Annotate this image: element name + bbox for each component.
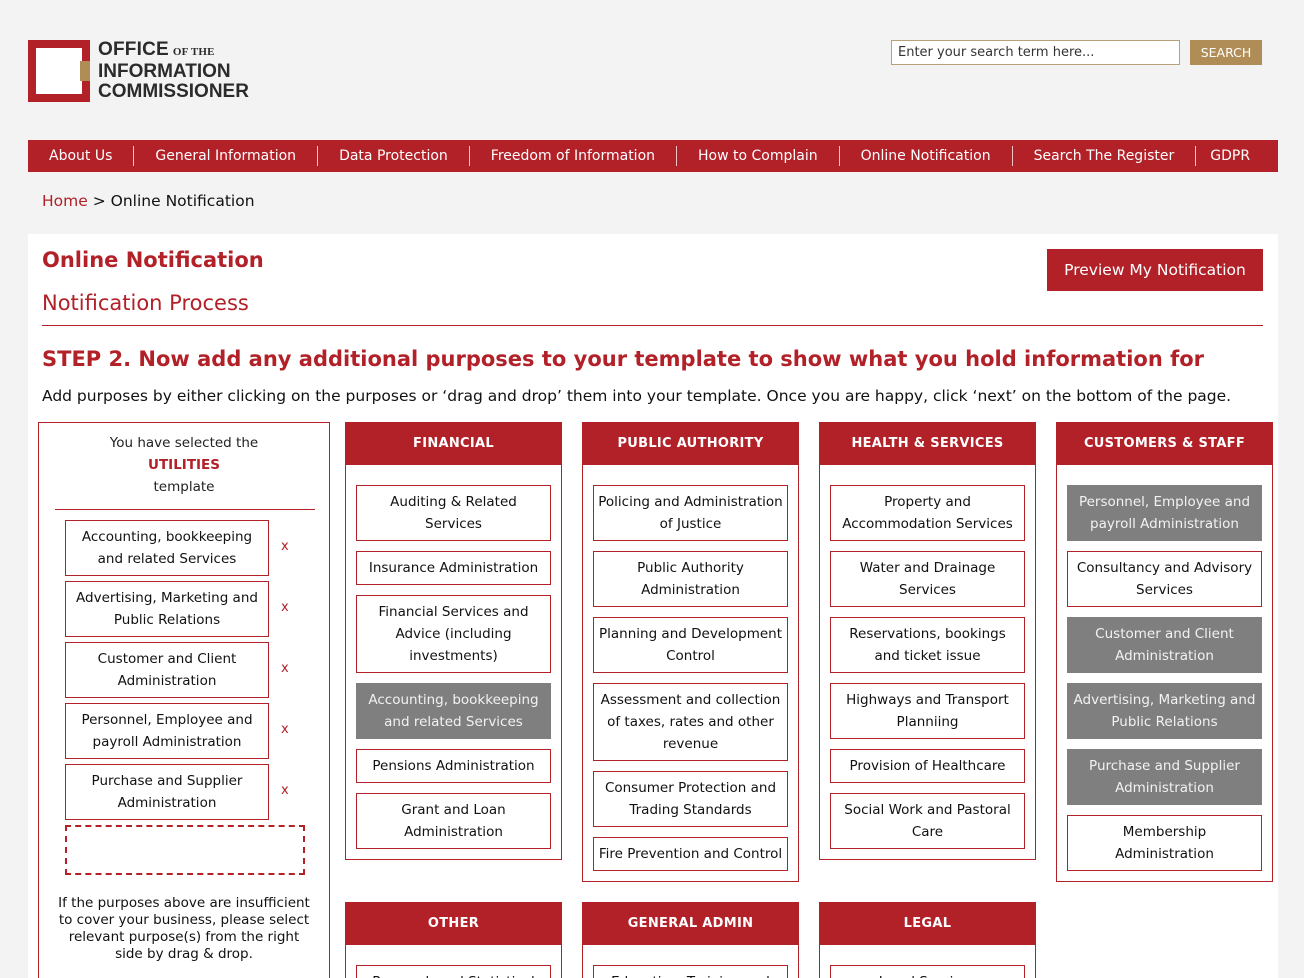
purpose-item-selected[interactable]: Advertising, Marketing and Public Relati… — [1067, 683, 1262, 739]
purpose-item[interactable]: Legal Services — [830, 965, 1025, 978]
purpose-item[interactable]: Grant and Loan Administration — [356, 793, 551, 849]
purpose-item[interactable]: Consumer Protection and Trading Standard… — [593, 771, 788, 827]
remove-item-button[interactable]: x — [281, 539, 289, 554]
nav-item-how-to-complain[interactable]: How to Complain — [677, 140, 839, 172]
template-note: If the purposes above are insufficient t… — [58, 895, 310, 962]
purpose-item[interactable]: Highways and Transport Planniing — [830, 683, 1025, 739]
category-header: CUSTOMERS & STAFF — [1057, 423, 1272, 465]
page-title: Online Notification — [42, 248, 264, 272]
nav-item-freedom-of-information[interactable]: Freedom of Information — [470, 140, 676, 172]
purpose-item[interactable]: Education, Training and — [593, 965, 788, 978]
step-description: Add purposes by either clicking on the p… — [42, 387, 1232, 405]
purpose-item[interactable]: Pensions Administration — [356, 749, 551, 783]
template-item[interactable]: Customer and Client Administration — [65, 642, 269, 698]
search-input[interactable] — [891, 40, 1180, 65]
content-panel: Online Notification Preview My Notificat… — [28, 234, 1278, 978]
template-item[interactable]: Personnel, Employee and payroll Administ… — [65, 703, 269, 759]
template-name: UTILITIES — [148, 457, 220, 473]
step-title: STEP 2. Now add any additional purposes … — [42, 347, 1205, 371]
purpose-item[interactable]: Property and Accommodation Services — [830, 485, 1025, 541]
purpose-item[interactable]: Provision of Healthcare — [830, 749, 1025, 783]
nav-item-online-notification[interactable]: Online Notification — [840, 140, 1012, 172]
purpose-item-selected[interactable]: Accounting, bookkeeping and related Serv… — [356, 683, 551, 739]
divider — [42, 325, 1263, 326]
logo-mark-icon — [28, 40, 90, 102]
remove-item-button[interactable]: x — [281, 783, 289, 798]
search-button[interactable]: SEARCH — [1190, 40, 1262, 65]
category-header: LEGAL — [820, 903, 1035, 945]
purpose-item[interactable]: Planning and Development Control — [593, 617, 788, 673]
category-legal: LEGAL Legal Services — [819, 902, 1036, 978]
category-header: FINANCIAL — [346, 423, 561, 465]
preview-notification-button[interactable]: Preview My Notification — [1047, 249, 1263, 291]
category-financial: FINANCIAL Auditing & Related Services In… — [345, 422, 562, 860]
breadcrumb-current: Online Notification — [110, 192, 255, 210]
page-subtitle: Notification Process — [42, 291, 249, 315]
purpose-item-selected[interactable]: Customer and Client Administration — [1067, 617, 1262, 673]
category-other: OTHER Research and Statistical — [345, 902, 562, 978]
category-health-services: HEALTH & SERVICES Property and Accommoda… — [819, 422, 1036, 860]
remove-item-button[interactable]: x — [281, 600, 289, 615]
template-item[interactable]: Advertising, Marketing and Public Relati… — [65, 581, 269, 637]
purpose-item[interactable]: Financial Services and Advice (including… — [356, 595, 551, 673]
category-header: PUBLIC AUTHORITY — [583, 423, 798, 465]
purpose-item-selected[interactable]: Personnel, Employee and payroll Administ… — [1067, 485, 1262, 541]
purpose-item[interactable]: Fire Prevention and Control — [593, 837, 788, 871]
selected-template-panel: You have selected the UTILITIES template… — [38, 422, 330, 978]
category-header: GENERAL ADMIN — [583, 903, 798, 945]
nav-item-search-the-register[interactable]: Search The Register — [1013, 140, 1196, 172]
purpose-item[interactable]: Policing and Administration of Justice — [593, 485, 788, 541]
purpose-item[interactable]: Social Work and Pastoral Care — [830, 793, 1025, 849]
purpose-item[interactable]: Insurance Administration — [356, 551, 551, 585]
template-item[interactable]: Accounting, bookkeeping and related Serv… — [65, 520, 269, 576]
logo-text: OFFICE OF THE INFORMATION COMMISSIONER — [98, 39, 249, 102]
template-intro: You have selected the — [109, 435, 259, 451]
template-header: You have selected the UTILITIES template — [39, 423, 329, 498]
purpose-item-selected[interactable]: Purchase and Supplier Administration — [1067, 749, 1262, 805]
purpose-item[interactable]: Auditing & Related Services — [356, 485, 551, 541]
site-logo[interactable]: OFFICE OF THE INFORMATION COMMISSIONER — [28, 39, 268, 103]
nav-item-general-information[interactable]: General Information — [134, 140, 317, 172]
purpose-item[interactable]: Public Authority Administration — [593, 551, 788, 607]
category-customers-staff: CUSTOMERS & STAFF Personnel, Employee an… — [1056, 422, 1273, 882]
template-item[interactable]: Purchase and Supplier Administration — [65, 764, 269, 820]
purpose-item[interactable]: Membership Administration — [1067, 815, 1262, 871]
category-header: HEALTH & SERVICES — [820, 423, 1035, 465]
purpose-item[interactable]: Consultancy and Advisory Services — [1067, 551, 1262, 607]
nav-item-gdpr[interactable]: GDPR — [1196, 140, 1264, 172]
breadcrumb: Home > Online Notification — [42, 192, 255, 210]
template-divider — [55, 509, 315, 510]
nav-item-data-protection[interactable]: Data Protection — [318, 140, 469, 172]
template-suffix: template — [153, 479, 215, 495]
drop-zone[interactable] — [65, 825, 305, 875]
remove-item-button[interactable]: x — [281, 722, 289, 737]
category-general-admin: GENERAL ADMIN Education, Training and — [582, 902, 799, 978]
purpose-item[interactable]: Research and Statistical — [356, 965, 551, 978]
main-nav: About Us General Information Data Protec… — [28, 140, 1278, 172]
nav-item-about-us[interactable]: About Us — [28, 140, 133, 172]
breadcrumb-home-link[interactable]: Home — [42, 192, 88, 210]
remove-item-button[interactable]: x — [281, 661, 289, 676]
purpose-item[interactable]: Assessment and collection of taxes, rate… — [593, 683, 788, 761]
category-public-authority: PUBLIC AUTHORITY Policing and Administra… — [582, 422, 799, 882]
category-header: OTHER — [346, 903, 561, 945]
purpose-item[interactable]: Reservations, bookings and ticket issue — [830, 617, 1025, 673]
purpose-item[interactable]: Water and Drainage Services — [830, 551, 1025, 607]
breadcrumb-separator: > — [92, 192, 106, 210]
